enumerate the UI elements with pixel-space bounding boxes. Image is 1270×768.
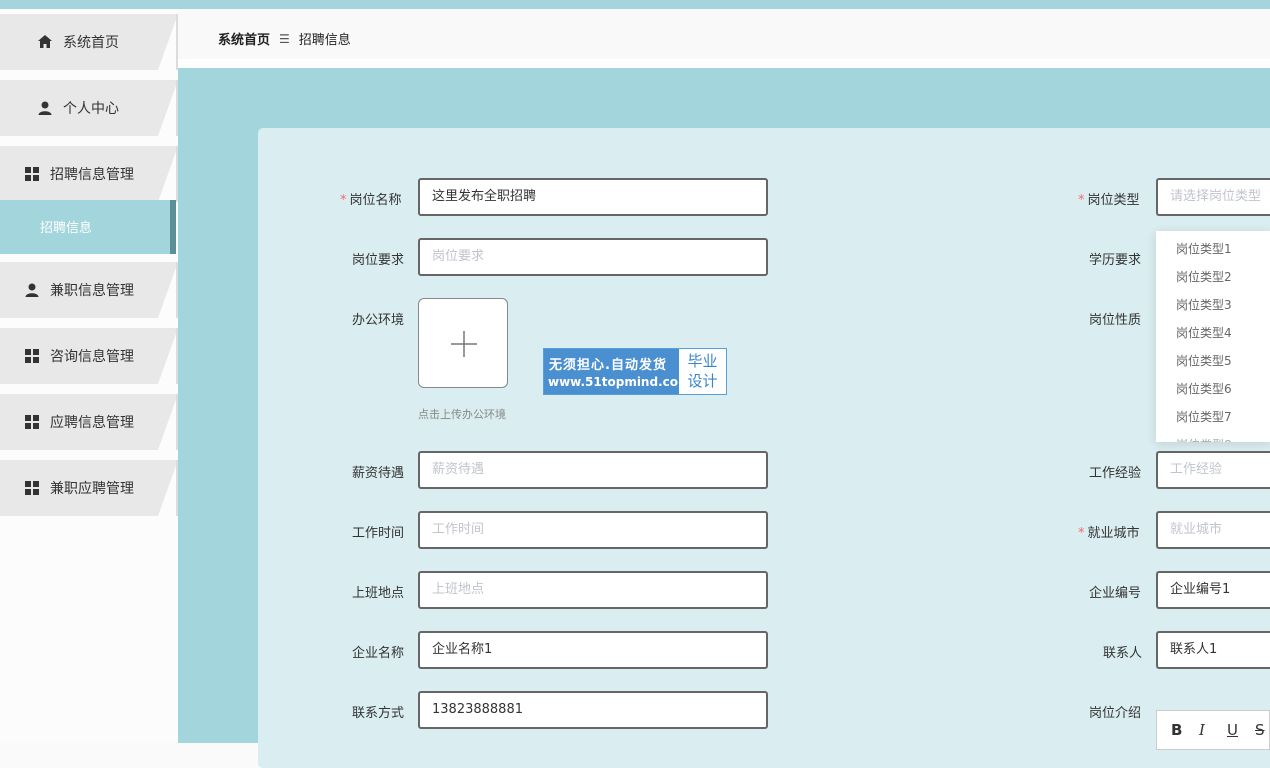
experience-input[interactable]: 工作经验 <box>1156 451 1270 489</box>
breadcrumb-separator-icon: ☰ <box>279 31 290 46</box>
grid-icon <box>25 167 39 181</box>
form-card: * 岗位名称 这里发布全职招聘 岗位要求 岗位要求 办公环境 点击上传办公环境 无… <box>258 128 1270 768</box>
sidebar-item-label: 兼职信息管理 <box>50 283 134 299</box>
dropdown-option[interactable]: 岗位类型1 <box>1156 231 1270 263</box>
company-no-input[interactable]: 企业编号1 <box>1156 571 1270 609</box>
job-type-dropdown: 岗位类型1 岗位类型2 岗位类型3 岗位类型4 岗位类型5 岗位类型6 岗位类型… <box>1156 231 1270 442</box>
user-icon <box>25 283 39 297</box>
watermark-line2: www.51topmind.com <box>548 375 691 389</box>
work-time-input[interactable]: 工作时间 <box>418 511 768 549</box>
company-name-input[interactable]: 企业名称1 <box>418 631 768 669</box>
sidebar-item-recruit-manage[interactable]: 招聘信息管理 <box>0 146 178 202</box>
breadcrumb-current: 招聘信息 <box>298 33 351 48</box>
work-time-label: 工作时间 <box>352 526 405 541</box>
experience-label: 工作经验 <box>1089 466 1142 481</box>
job-type-label: * 岗位类型 <box>1078 193 1140 208</box>
dropdown-option[interactable]: 岗位类型7 <box>1156 403 1270 431</box>
grid-icon <box>25 481 39 495</box>
watermark-banner: 无须担心.自动发货 www.51topmind.com 毕业 设计 <box>543 348 727 395</box>
sidebar-item-label: 咨询信息管理 <box>50 349 134 365</box>
contact-person-label: 联系人 <box>1103 646 1143 661</box>
plus-icon <box>451 331 477 357</box>
sidebar-item-label: 招聘信息管理 <box>50 167 134 183</box>
main-area: * 岗位名称 这里发布全职招聘 岗位要求 岗位要求 办公环境 点击上传办公环境 无… <box>178 68 1270 768</box>
sidebar-item-consult-manage[interactable]: 咨询信息管理 <box>0 328 178 384</box>
dropdown-option[interactable]: 岗位类型4 <box>1156 319 1270 347</box>
header: 系统首页 ☰ 招聘信息 <box>178 9 1270 59</box>
salary-input[interactable]: 薪资待遇 <box>418 451 768 489</box>
dropdown-option[interactable]: 岗位类型3 <box>1156 291 1270 319</box>
education-label: 学历要求 <box>1089 253 1142 268</box>
sidebar-subitem-label: 招聘信息 <box>40 221 93 236</box>
header-divider <box>178 59 1270 68</box>
italic-button[interactable]: I <box>1199 721 1205 739</box>
watermark-line1: 无须担心.自动发货 <box>549 358 667 373</box>
job-type-select[interactable]: 请选择岗位类型 <box>1156 178 1270 216</box>
company-no-label: 企业编号 <box>1089 586 1142 601</box>
watermark-right2: 设计 <box>687 372 718 390</box>
office-env-label: 办公环境 <box>352 313 405 328</box>
job-requirement-input[interactable]: 岗位要求 <box>418 238 768 276</box>
work-place-label: 上班地点 <box>352 586 405 601</box>
contact-person-input[interactable]: 联系人1 <box>1156 631 1270 669</box>
sidebar-item-profile[interactable]: 个人中心 <box>0 80 178 136</box>
dropdown-option[interactable]: 岗位类型5 <box>1156 347 1270 375</box>
job-nature-label: 岗位性质 <box>1089 313 1142 328</box>
sidebar-item-label: 系统首页 <box>63 35 119 51</box>
sidebar-item-parttime-apply-manage[interactable]: 兼职应聘管理 <box>0 460 178 516</box>
watermark-right1: 毕业 <box>687 352 718 370</box>
job-name-label: * 岗位名称 <box>340 193 402 208</box>
sidebar-item-parttime-manage[interactable]: 兼职信息管理 <box>0 262 178 318</box>
breadcrumb: 系统首页 ☰ 招聘信息 <box>218 29 351 49</box>
breadcrumb-home[interactable]: 系统首页 <box>218 29 270 48</box>
underline-button[interactable]: U <box>1227 721 1238 739</box>
dropdown-option[interactable]: 岗位类型2 <box>1156 263 1270 291</box>
grid-icon <box>25 415 39 429</box>
strike-button[interactable]: S <box>1255 721 1265 739</box>
dropdown-option[interactable]: 岗位类型8 <box>1156 431 1270 442</box>
city-label: * 就业城市 <box>1078 526 1140 541</box>
bold-button[interactable]: B <box>1171 721 1182 739</box>
job-intro-editor[interactable]: B I U S <box>1156 710 1270 750</box>
city-input[interactable]: 就业城市 <box>1156 511 1270 549</box>
contact-label: 联系方式 <box>352 706 405 721</box>
home-icon <box>38 35 52 48</box>
sidebar-item-apply-manage[interactable]: 应聘信息管理 <box>0 394 178 450</box>
upload-tip: 点击上传办公环境 <box>418 408 506 421</box>
office-env-upload[interactable] <box>418 298 508 388</box>
job-requirement-label: 岗位要求 <box>352 253 405 268</box>
grid-icon <box>25 349 39 363</box>
company-name-label: 企业名称 <box>352 646 405 661</box>
work-place-input[interactable]: 上班地点 <box>418 571 768 609</box>
contact-input[interactable]: 13823888881 <box>418 691 768 729</box>
job-intro-label: 岗位介绍 <box>1089 706 1142 721</box>
dropdown-option[interactable]: 岗位类型6 <box>1156 375 1270 403</box>
sidebar-item-label: 应聘信息管理 <box>50 415 134 431</box>
sidebar-subitem-recruit-info[interactable]: 招聘信息 <box>0 200 176 254</box>
sidebar: 系统首页 个人中心 招聘信息管理 招聘信息 兼职信息管理 咨询信息管理 应聘信息… <box>0 9 178 743</box>
user-icon <box>38 101 52 115</box>
sidebar-item-home[interactable]: 系统首页 <box>0 14 178 70</box>
sidebar-item-label: 兼职应聘管理 <box>50 481 134 497</box>
job-name-input[interactable]: 这里发布全职招聘 <box>418 178 768 216</box>
sidebar-item-label: 个人中心 <box>63 101 119 117</box>
salary-label: 薪资待遇 <box>352 466 405 481</box>
top-bar <box>0 0 1270 9</box>
